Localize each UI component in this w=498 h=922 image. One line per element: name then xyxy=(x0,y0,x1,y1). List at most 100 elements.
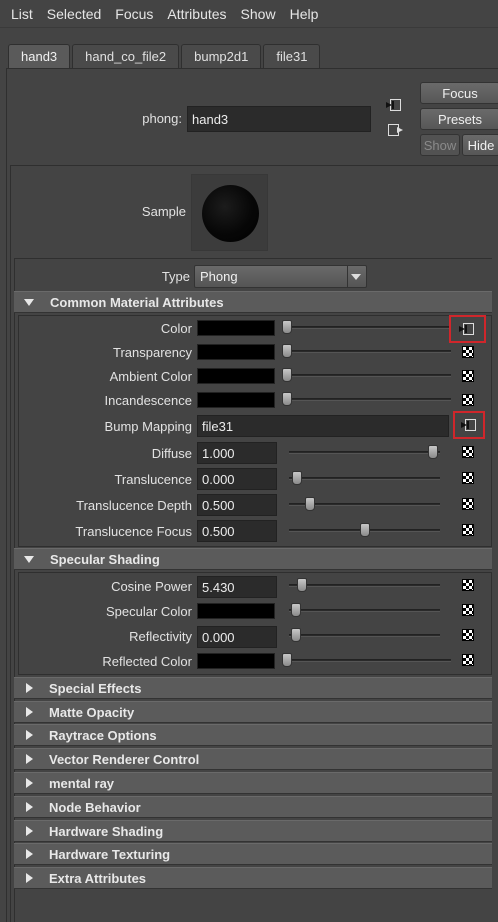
translucence-depth-checker-icon[interactable] xyxy=(462,498,474,510)
transparency-checker-icon[interactable] xyxy=(462,346,474,358)
tab-hand-co-file2[interactable]: hand_co_file2 xyxy=(72,44,180,68)
reflectivity-slider-handle[interactable] xyxy=(291,628,301,642)
hide-button[interactable]: Hide xyxy=(462,134,498,156)
section-title: Common Material Attributes xyxy=(50,294,224,310)
collapsed-arrow-icon xyxy=(26,778,33,788)
reflected-color-label: Reflected Color xyxy=(102,654,192,669)
collapsed-arrow-icon xyxy=(26,730,33,740)
diffuse-checker-icon[interactable] xyxy=(462,446,474,458)
collapsed-arrow-icon xyxy=(26,802,33,812)
tab-bump2d1[interactable]: bump2d1 xyxy=(181,44,262,68)
cosine-power-checker-icon[interactable] xyxy=(462,579,474,591)
section-vector-renderer-control[interactable]: Vector Renderer Control xyxy=(14,748,492,770)
section-node-behavior[interactable]: Node Behavior xyxy=(14,796,492,818)
reflectivity-checker-icon[interactable] xyxy=(462,629,474,641)
color-slider-track[interactable] xyxy=(283,326,451,329)
translucence-focus-field[interactable]: 0.500 xyxy=(197,520,277,542)
section-mental-ray[interactable]: mental ray xyxy=(14,772,492,794)
specular-color-swatch[interactable] xyxy=(197,603,275,619)
menu-show[interactable]: Show xyxy=(241,6,276,22)
section-hardware-texturing[interactable]: Hardware Texturing xyxy=(14,843,492,865)
reflectivity-slider-track[interactable] xyxy=(289,634,440,637)
reflected-color-slider-handle[interactable] xyxy=(282,653,292,667)
reflected-color-swatch[interactable] xyxy=(197,653,275,669)
incandescence-slider-track[interactable] xyxy=(283,398,451,401)
section-title: Raytrace Options xyxy=(49,727,157,743)
section-title: Hardware Shading xyxy=(49,823,164,839)
cosine-power-field[interactable]: 5.430 xyxy=(197,576,277,598)
presets-button[interactable]: Presets xyxy=(420,108,498,130)
output-connections-icon[interactable] xyxy=(388,123,404,137)
transparency-label: Transparency xyxy=(113,345,192,360)
menu-help[interactable]: Help xyxy=(290,6,319,22)
diffuse-field[interactable]: 1.000 xyxy=(197,442,277,464)
incandescence-checker-icon[interactable] xyxy=(462,394,474,406)
show-button[interactable]: Show xyxy=(420,134,460,156)
collapsed-arrow-icon xyxy=(26,873,33,883)
translucence-field[interactable]: 0.000 xyxy=(197,468,277,490)
translucence-label: Translucence xyxy=(114,472,192,487)
ambient-slider-track[interactable] xyxy=(283,374,451,377)
type-dropdown[interactable]: Phong xyxy=(194,265,367,288)
reflectivity-field[interactable]: 0.000 xyxy=(197,626,277,648)
translucence-depth-slider-handle[interactable] xyxy=(305,497,315,511)
node-name-field[interactable]: hand3 xyxy=(187,106,371,132)
section-specular-shading[interactable]: Specular Shading xyxy=(14,548,492,570)
menu-focus[interactable]: Focus xyxy=(115,6,153,22)
ambient-checker-icon[interactable] xyxy=(462,370,474,382)
translucence-focus-slider-handle[interactable] xyxy=(360,523,370,537)
color-slider-handle[interactable] xyxy=(282,320,292,334)
incandescence-swatch[interactable] xyxy=(197,392,275,408)
incandescence-slider-handle[interactable] xyxy=(282,392,292,406)
specular-color-slider-track[interactable] xyxy=(289,609,440,612)
ambient-slider-handle[interactable] xyxy=(282,368,292,382)
tab-file31[interactable]: file31 xyxy=(263,44,321,68)
reflected-color-checker-icon[interactable] xyxy=(462,654,474,666)
reflected-color-slider-track[interactable] xyxy=(283,659,451,662)
transparency-slider-track[interactable] xyxy=(283,350,451,353)
section-matte-opacity[interactable]: Matte Opacity xyxy=(14,701,492,723)
material-sample-swatch[interactable] xyxy=(191,174,268,251)
translucence-slider-track[interactable] xyxy=(289,477,440,480)
expanded-arrow-icon xyxy=(24,555,34,563)
color-map-icon[interactable] xyxy=(459,322,475,336)
bump-mapping-field[interactable]: file31 xyxy=(197,415,449,437)
menu-list[interactable]: List xyxy=(11,6,33,22)
section-title: mental ray xyxy=(49,775,115,791)
bump-mapping-label: Bump Mapping xyxy=(104,419,192,434)
bump-map-icon[interactable] xyxy=(461,418,477,432)
cosine-power-slider-handle[interactable] xyxy=(297,578,307,592)
tab-hand3[interactable]: hand3 xyxy=(8,44,71,68)
divider xyxy=(10,166,11,922)
type-label: Type xyxy=(161,269,190,284)
translucence-focus-label: Translucence Focus xyxy=(75,524,192,539)
section-title: Vector Renderer Control xyxy=(49,751,200,767)
transparency-slider-handle[interactable] xyxy=(282,344,292,358)
section-special-effects[interactable]: Special Effects xyxy=(14,677,492,699)
focus-button[interactable]: Focus xyxy=(420,82,498,104)
specular-color-checker-icon[interactable] xyxy=(462,604,474,616)
translucence-focus-checker-icon[interactable] xyxy=(462,524,474,536)
section-common-material-attributes[interactable]: Common Material Attributes xyxy=(14,291,492,313)
color-swatch[interactable] xyxy=(197,320,275,336)
diffuse-slider-handle[interactable] xyxy=(428,445,438,459)
menu-selected[interactable]: Selected xyxy=(47,6,101,22)
specular-color-slider-handle[interactable] xyxy=(291,603,301,617)
section-extra-attributes[interactable]: Extra Attributes xyxy=(14,867,492,889)
ambient-color-swatch[interactable] xyxy=(197,368,275,384)
translucence-slider-handle[interactable] xyxy=(292,471,302,485)
diffuse-slider-track[interactable] xyxy=(289,451,440,454)
transparency-swatch[interactable] xyxy=(197,344,275,360)
material-sphere xyxy=(202,185,259,242)
menu-bar: List Selected Focus Attributes Show Help xyxy=(0,0,498,28)
collapsed-arrow-icon xyxy=(26,707,33,717)
translucence-checker-icon[interactable] xyxy=(462,472,474,484)
menu-attributes[interactable]: Attributes xyxy=(167,6,226,22)
translucence-depth-field[interactable]: 0.500 xyxy=(197,494,277,516)
input-connections-icon[interactable] xyxy=(386,98,402,112)
section-hardware-shading[interactable]: Hardware Shading xyxy=(14,820,492,842)
section-raytrace-options[interactable]: Raytrace Options xyxy=(14,724,492,746)
cosine-power-slider-track[interactable] xyxy=(289,584,440,587)
translucence-depth-label: Translucence Depth xyxy=(76,498,192,513)
node-tabs: hand3 hand_co_file2 bump2d1 file31 xyxy=(8,44,322,68)
